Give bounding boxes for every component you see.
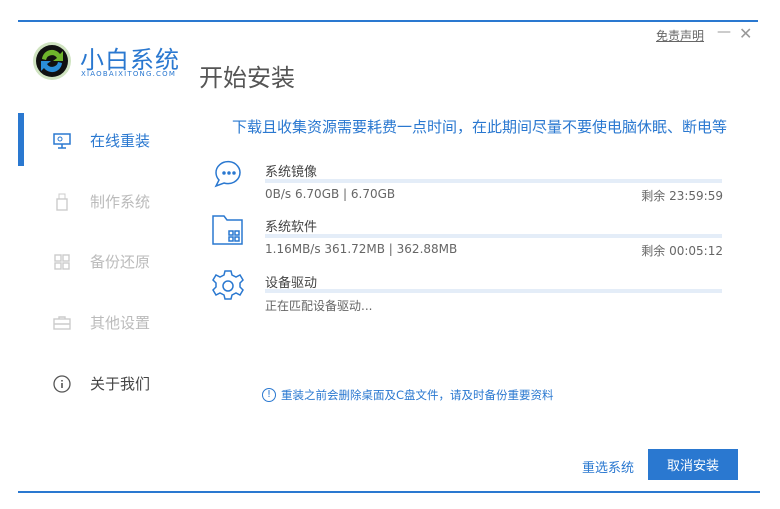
sidebar-item-label: 关于我们 <box>90 375 151 393</box>
active-indicator <box>18 113 24 166</box>
progress-bar-system-software <box>265 234 722 238</box>
remaining-system-software: 剩余 00:05:12 <box>641 244 723 258</box>
backup-warning: ! 重装之前会删除桌面及C盘文件，请及时备份重要资料 <box>262 387 554 403</box>
sidebar-item-label: 在线重装 <box>90 132 151 150</box>
sidebar-item-online-reinstall[interactable]: 在线重装 <box>52 130 150 151</box>
disclaimer-link[interactable]: 免责声明 <box>656 27 704 44</box>
brand-url: XIAOBAIXITONG.COM <box>81 70 177 78</box>
warning-text: 重装之前会删除桌面及C盘文件，请及时备份重要资料 <box>281 388 554 402</box>
page-title: 开始安装 <box>199 64 295 92</box>
sidebar-item-label: 制作系统 <box>90 193 151 211</box>
logo-icon <box>33 42 71 80</box>
sidebar-item-backup-restore[interactable]: 备份还原 <box>52 251 150 272</box>
grid-icon <box>52 252 72 272</box>
item-label-system-software: 系统软件 <box>265 220 318 235</box>
folder-icon <box>212 215 243 245</box>
monitor-icon <box>52 131 72 151</box>
top-border <box>18 20 758 22</box>
reselect-system-button[interactable]: 重选系统 <box>582 457 634 476</box>
minimize-button[interactable]: — <box>717 24 731 40</box>
sidebar-item-make-system[interactable]: 制作系统 <box>52 191 150 212</box>
briefcase-icon <box>52 313 72 333</box>
stats-system-software: 1.16MB/s 361.72MB | 362.88MB <box>265 242 458 256</box>
remaining-system-image: 剩余 23:59:59 <box>641 189 723 203</box>
warning-icon: ! <box>262 388 276 402</box>
sidebar-item-label: 备份还原 <box>90 253 151 271</box>
sidebar-item-label: 其他设置 <box>90 314 151 332</box>
item-label-system-image: 系统镜像 <box>265 165 318 180</box>
close-button[interactable]: ✕ <box>739 24 752 43</box>
cancel-install-button[interactable]: 取消安装 <box>648 449 738 480</box>
chat-bubble-icon <box>214 160 241 188</box>
stats-device-driver: 正在匹配设备驱动... <box>265 299 373 313</box>
sidebar-item-other-settings[interactable]: 其他设置 <box>52 312 150 333</box>
sidebar-item-about[interactable]: 关于我们 <box>52 373 150 394</box>
info-icon <box>52 374 72 394</box>
progress-bar-system-image <box>265 179 722 183</box>
download-notice: 下载且收集资源需要耗费一点时间，在此期间尽量不要使电脑休眠、断电等 <box>232 118 728 136</box>
usb-icon <box>52 192 72 212</box>
progress-bar-device-driver <box>265 289 722 293</box>
stats-system-image: 0B/s 6.70GB | 6.70GB <box>265 187 396 201</box>
gear-icon <box>212 270 244 300</box>
bottom-border <box>18 491 760 493</box>
